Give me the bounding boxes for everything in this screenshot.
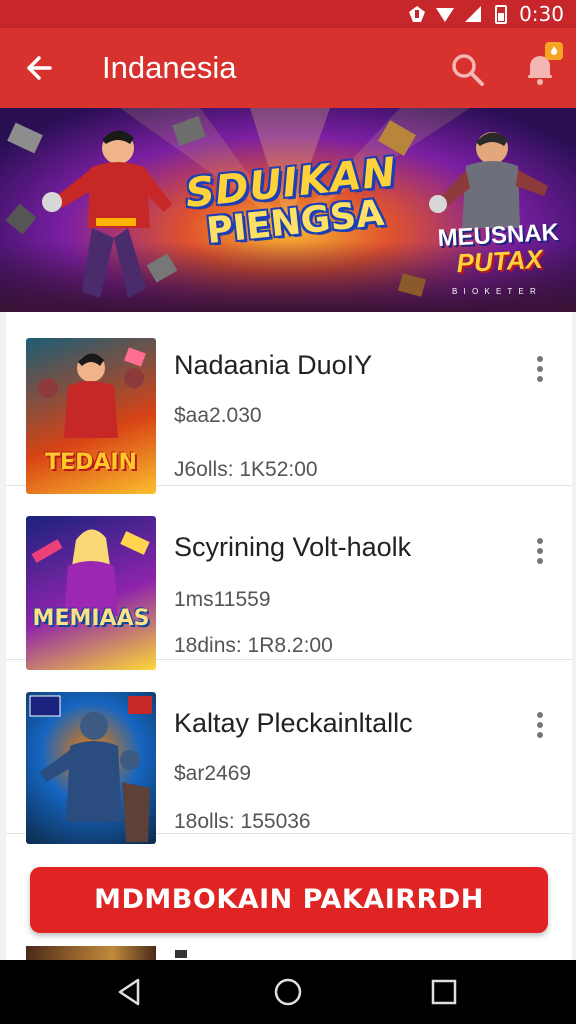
back-arrow-icon[interactable] — [20, 48, 60, 88]
notification-badge — [545, 42, 563, 60]
search-icon[interactable] — [446, 48, 490, 92]
status-icons: 0:30 — [407, 2, 564, 26]
list-item[interactable]: MEMIAAS Scyrining Volt-haolk 1ms11559 18… — [6, 486, 572, 670]
game-thumbnail: MEMIAAS — [26, 516, 156, 670]
signal-icon — [409, 6, 426, 22]
page-title: Indanesia — [102, 50, 237, 85]
more-options-icon[interactable] — [528, 708, 552, 748]
back-triangle-icon[interactable] — [114, 976, 146, 1008]
banner-subtitle: MEUSNAK PUTAX — [433, 219, 566, 281]
next-item-thumbnail-peek — [26, 946, 156, 960]
game-title: Scyrining Volt-haolk — [174, 532, 412, 562]
next-item-title-peek — [175, 950, 187, 958]
game-title: Kaltay Pleckainltallc — [174, 708, 413, 738]
notification-button[interactable] — [516, 42, 564, 92]
flame-icon — [551, 46, 557, 55]
game-price: $aa2.030 — [174, 404, 262, 427]
game-thumbnail: TEDAIN — [26, 338, 156, 494]
banner-small-text: B I O K E T E R — [452, 287, 538, 296]
game-price: $ar2469 — [174, 762, 252, 785]
list-item[interactable]: Kaltay Pleckainltallc $ar2469 18olls: 15… — [6, 660, 572, 844]
app-bar: Indanesia — [0, 28, 576, 108]
game-title: Nadaania DuoIY — [174, 350, 373, 380]
thumb-art — [31, 529, 150, 616]
promo-banner[interactable]: SDUIKAN PIENGSA — [0, 108, 576, 312]
battery-icon — [495, 5, 508, 24]
game-meta: J6olls: 1K52:00 — [174, 458, 318, 481]
game-price: 1ms11559 — [174, 588, 271, 611]
game-meta: 18olls: 155036 — [174, 810, 311, 833]
status-bar: 0:30 — [0, 0, 576, 28]
thumb-art — [29, 695, 152, 842]
home-circle-icon[interactable] — [272, 976, 304, 1008]
screen: 0:30 Indanesia SDUIKAN PIENGSA MEUSNAK P… — [0, 0, 576, 1024]
status-time: 0:30 — [519, 2, 564, 26]
list-item[interactable]: TEDAIN Nadaania DuoIY $aa2.030 J6olls: 1… — [6, 312, 572, 494]
more-options-icon[interactable] — [528, 534, 552, 574]
system-nav-bar — [0, 960, 576, 1024]
thumb-label: TEDAIN — [45, 450, 137, 475]
game-meta: 18dins: 1R8.2:00 — [174, 634, 333, 657]
open-payment-button[interactable]: MDMBOKAIN PAKAIRRDH — [30, 867, 548, 933]
wifi-icon — [436, 8, 455, 22]
more-options-icon[interactable] — [528, 352, 552, 392]
recents-square-icon[interactable] — [428, 976, 460, 1008]
game-thumbnail — [26, 692, 156, 844]
thumb-label: MEMIAAS — [32, 606, 150, 631]
cell-icon — [465, 6, 482, 22]
